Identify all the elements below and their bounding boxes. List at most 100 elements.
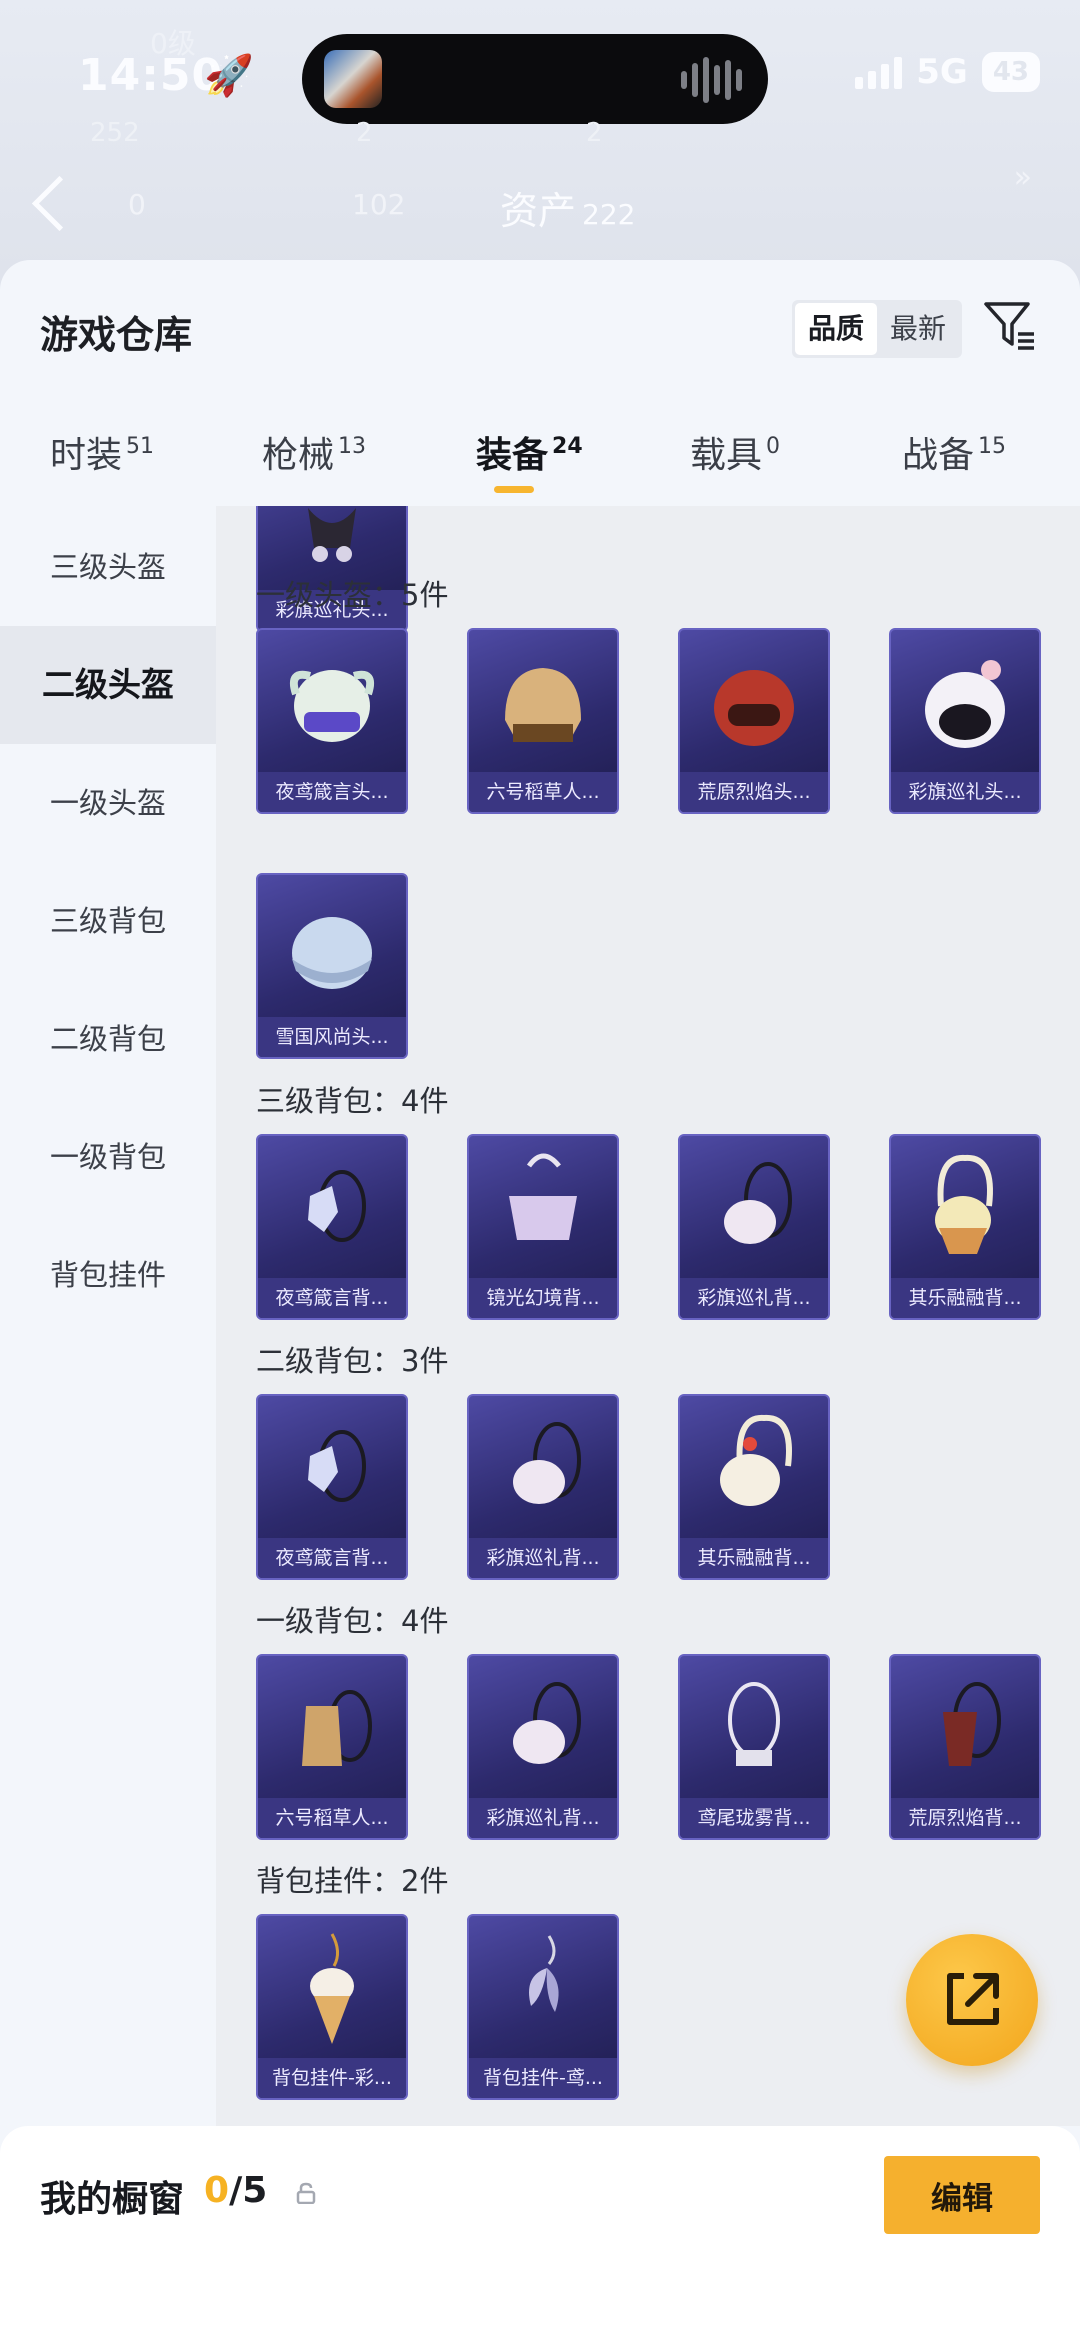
lock-icon	[296, 2182, 316, 2204]
edit-button[interactable]: 编辑	[884, 2156, 1040, 2234]
group-title: 一级背包：4件	[256, 1604, 449, 1638]
item-label: 其乐融融背...	[680, 1538, 828, 1578]
sort-option-quality[interactable]: 品质	[795, 303, 877, 355]
dynamic-island	[302, 34, 768, 124]
sort-option-newest[interactable]: 最新	[877, 303, 959, 355]
backpack-icon	[724, 1162, 792, 1244]
status-time: 14:50	[78, 50, 224, 101]
item-label: 背包挂件-彩...	[258, 2058, 406, 2098]
item-label: 六号稻草人...	[258, 1798, 406, 1838]
helmet-icon	[714, 670, 794, 746]
ice-cream-charm-icon	[310, 1933, 354, 2044]
sidebar-item-level2-backpack[interactable]: 二级背包	[0, 980, 216, 1098]
item-label: 彩旗巡礼背...	[469, 1538, 617, 1578]
background-mid-value: 102	[352, 188, 406, 221]
item-label: 背包挂件-鸢...	[469, 2058, 617, 2098]
status-indicators: 5G 43	[855, 52, 1040, 92]
background-stat-2: 2	[356, 118, 373, 148]
tab-combat-supplies[interactable]: 战备 15	[902, 426, 1006, 478]
share-external-icon	[947, 1973, 999, 2025]
now-playing-artwork-icon	[324, 50, 382, 108]
item-card[interactable]: 彩旗巡礼背...	[678, 1134, 830, 1320]
item-label: 彩旗巡礼背...	[469, 1798, 617, 1838]
group-title: 三级背包：4件	[256, 1084, 449, 1118]
sidebar-item-level2-helmet[interactable]: 二级头盔	[0, 626, 216, 744]
item-card[interactable]: 彩旗巡礼头...	[889, 628, 1041, 814]
item-label: 夜鸢箴言背...	[258, 1538, 406, 1578]
item-card[interactable]: 六号稻草人...	[467, 628, 619, 814]
item-card[interactable]: 其乐融融背...	[889, 1134, 1041, 1320]
subcategory-sidebar: 三级头盔 二级头盔 一级头盔 三级背包 二级背包 一级背包 背包挂件	[0, 508, 216, 2108]
back-arrow-icon[interactable]	[31, 175, 88, 232]
page-title: 游戏仓库	[40, 313, 193, 357]
showcase-count: 0/5	[204, 2170, 268, 2211]
item-card[interactable]: 六号稻草人...	[256, 1654, 408, 1840]
rocket-icon: 🚀	[204, 53, 254, 99]
network-type: 5G	[916, 52, 968, 92]
item-card[interactable]: 彩旗巡礼背...	[467, 1394, 619, 1580]
background-asset-label: 资产 222	[500, 189, 636, 233]
backpack-icon	[513, 1422, 581, 1504]
sidebar-item-level3-helmet[interactable]: 三级头盔	[0, 508, 216, 626]
backpack-icon	[308, 1170, 366, 1242]
item-card[interactable]: 背包挂件-鸢...	[467, 1914, 619, 2100]
backpack-icon	[728, 1682, 780, 1766]
signal-icon	[855, 55, 903, 89]
helmet-icon	[292, 917, 372, 989]
filter-icon[interactable]	[982, 298, 1038, 354]
share-button[interactable]	[906, 1934, 1038, 2066]
group-title: 二级背包：3件	[256, 1344, 449, 1378]
item-label: 彩旗巡礼头...	[891, 772, 1039, 812]
group-title: 背包挂件：2件	[256, 1864, 449, 1898]
tab-vehicles[interactable]: 载具 0	[690, 426, 780, 478]
background-left-value: 0	[128, 188, 146, 221]
tab-firearms[interactable]: 枪械 13	[262, 426, 366, 478]
helmet-icon	[505, 668, 581, 742]
item-card[interactable]: 荒原烈焰背...	[889, 1654, 1041, 1840]
active-tab-indicator	[494, 486, 534, 493]
tab-fashion[interactable]: 时装 51	[50, 426, 154, 478]
battery-icon: 43	[981, 52, 1040, 92]
sidebar-item-backpack-charm[interactable]: 背包挂件	[0, 1216, 216, 1334]
sidebar-item-level1-backpack[interactable]: 一级背包	[0, 1098, 216, 1216]
helmet-icon	[289, 670, 375, 742]
item-label: 鸢尾珑雾背...	[680, 1798, 828, 1838]
backpack-icon	[935, 1154, 993, 1254]
item-label: 夜鸢箴言背...	[258, 1278, 406, 1318]
showcase-bar: 我的橱窗 0/5 编辑	[0, 2126, 1080, 2347]
backpack-icon	[513, 1682, 581, 1764]
item-card[interactable]: 雪国风尚头...	[256, 873, 408, 1059]
chevron-double-right-icon: »	[1013, 160, 1032, 195]
item-card[interactable]: 背包挂件-彩...	[256, 1914, 408, 2100]
audio-waveform-icon	[681, 56, 742, 104]
tab-equipment[interactable]: 装备 24	[476, 426, 583, 478]
item-card[interactable]: 镜光幻境背...	[467, 1134, 619, 1320]
sidebar-item-level1-helmet[interactable]: 一级头盔	[0, 744, 216, 862]
background-stat-1: 252	[90, 118, 140, 148]
item-card[interactable]: 夜鸢箴言头...	[256, 628, 408, 814]
item-card[interactable]: 其乐融融背...	[678, 1394, 830, 1580]
helmet-icon	[925, 660, 1005, 748]
item-card[interactable]: 彩旗巡礼背...	[467, 1654, 619, 1840]
background-stat-3: 2	[586, 118, 603, 148]
backpack-icon	[308, 1430, 366, 1502]
item-grid: 彩旗巡礼头... 一级头盔：5件 夜鸢箴言头... 六号稻草人... 荒原烈焰头…	[216, 506, 1080, 2126]
showcase-title: 我的橱窗	[40, 2179, 185, 2220]
item-label: 镜光幻境背...	[469, 1278, 617, 1318]
item-card[interactable]: 鸢尾珑雾背...	[678, 1654, 830, 1840]
group-title: 一级头盔：5件	[256, 578, 449, 612]
item-label: 彩旗巡礼背...	[680, 1278, 828, 1318]
backpack-icon	[302, 1690, 372, 1766]
backpack-icon	[509, 1153, 577, 1240]
item-card[interactable]: 荒原烈焰头...	[678, 628, 830, 814]
item-label: 荒原烈焰头...	[680, 772, 828, 812]
sidebar-item-level3-backpack[interactable]: 三级背包	[0, 862, 216, 980]
item-card[interactable]: 夜鸢箴言背...	[256, 1394, 408, 1580]
status-bar: 0级 14:50 🚀 5G 43 252 2 2 0 102 资产 222 »	[0, 0, 1080, 270]
item-label: 夜鸢箴言头...	[258, 772, 406, 812]
backpack-icon	[943, 1682, 1001, 1766]
item-label: 雪国风尚头...	[258, 1017, 406, 1057]
butterfly-charm-icon	[529, 1935, 559, 2012]
item-card[interactable]: 夜鸢箴言背...	[256, 1134, 408, 1320]
item-label: 其乐融融背...	[891, 1278, 1039, 1318]
